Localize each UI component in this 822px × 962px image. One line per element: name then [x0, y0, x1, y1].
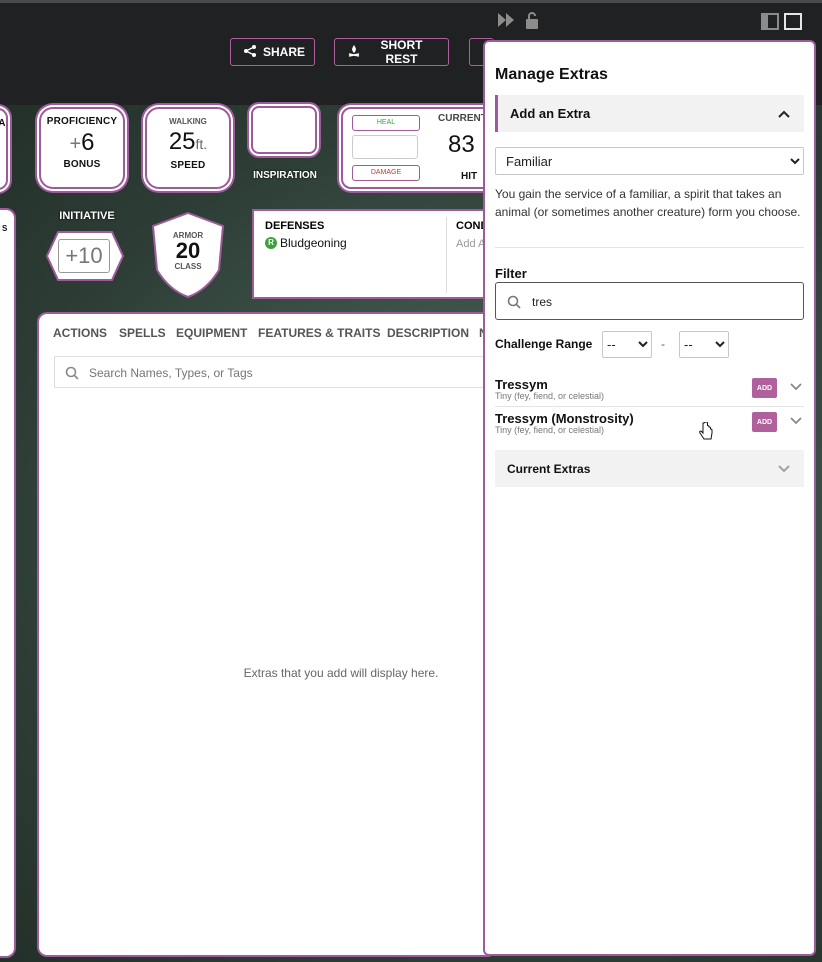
speed-sublabel: SPEED — [170, 160, 206, 171]
filter-search-box[interactable] — [495, 282, 804, 320]
short-rest-button[interactable]: SHORT REST — [334, 38, 449, 66]
add-extra-accordion-header[interactable]: Add an Extra — [495, 95, 804, 132]
monster-name: Tressym (Monstrosity) — [495, 411, 634, 426]
proficiency-box: PROFICIENCY +6 BONUS — [39, 107, 125, 189]
share-label: SHARE — [263, 45, 306, 59]
ability-label-partial: A — [0, 118, 6, 129]
tab-description[interactable]: DESCRIPTION — [387, 326, 469, 340]
unlock-icon[interactable] — [524, 11, 540, 34]
hp-current-label: CURRENT — [438, 113, 487, 124]
extra-type-select[interactable]: Familiar — [495, 147, 804, 175]
proficiency-number: 6 — [81, 129, 95, 156]
defense-item-label: Bludgeoning — [280, 236, 347, 250]
divider — [495, 247, 804, 248]
current-extras-accordion-header[interactable]: Current Extras — [495, 450, 804, 487]
filter-input[interactable] — [530, 289, 794, 315]
cursor-hand-icon — [699, 421, 713, 447]
monster-meta: Tiny (fey, fiend, or celestial) — [495, 391, 605, 401]
ability-box-partial: A — [0, 108, 8, 190]
hp-hit-label: HIT — [461, 171, 478, 182]
skills-panel-partial: S — [0, 208, 16, 958]
campfire-icon — [347, 44, 361, 61]
initiative-label: INITIATIVE — [59, 210, 115, 222]
challenge-range-label: Challenge Range — [495, 337, 593, 351]
add-monster-button[interactable]: ADD — [752, 412, 777, 432]
defense-item: R Bludgeoning — [265, 236, 347, 250]
sidebar-left-icon[interactable] — [761, 13, 779, 34]
main-search-input[interactable] — [87, 360, 491, 386]
proficiency-sign: + — [69, 133, 82, 155]
main-content-panel: ACTIONS SPELLS EQUIPMENT FEATURES & TRAI… — [37, 312, 497, 957]
armor-value: 20 — [175, 238, 201, 263]
sidebar-title: Manage Extras — [495, 66, 608, 83]
chevron-up-icon — [778, 106, 790, 121]
top-strip — [0, 0, 822, 3]
chevron-down-icon — [778, 461, 790, 476]
monster-result[interactable]: Tressym Tiny (fey, fiend, or celestial) … — [495, 372, 804, 407]
speed-unit: ft. — [195, 136, 208, 152]
conditions-add[interactable]: Add A — [456, 238, 485, 250]
speed-number: 25 — [168, 128, 196, 155]
speed-box: WALKING 25ft. SPEED — [145, 107, 231, 189]
initiative-value[interactable]: +10 — [58, 239, 110, 273]
fast-forward-icon[interactable] — [496, 10, 516, 35]
share-button[interactable]: SHARE — [230, 38, 315, 66]
defenses-title: DEFENSES — [265, 220, 325, 232]
damage-button[interactable]: DAMAGE — [352, 165, 420, 181]
resistance-badge: R — [265, 237, 277, 249]
armor-bottom: CLASS — [174, 262, 202, 271]
tab-actions[interactable]: ACTIONS — [53, 326, 107, 340]
defenses-divider — [446, 217, 447, 293]
share-icon — [243, 44, 257, 61]
tab-features-traits[interactable]: FEATURES & TRAITS — [258, 326, 380, 340]
hp-current-value: 83 — [448, 131, 475, 158]
filter-search-icon — [507, 295, 521, 314]
add-extra-label: Add an Extra — [510, 106, 591, 121]
speed-top-label: WALKING — [169, 117, 207, 126]
hit-points-box: HEAL DAMAGE CURRENT 83 HIT — [341, 107, 501, 189]
inspiration-toggle[interactable] — [251, 106, 317, 154]
short-rest-label: SHORT REST — [380, 38, 423, 66]
cr-max-select[interactable]: -- — [679, 331, 729, 358]
main-search-box[interactable] — [54, 356, 494, 388]
proficiency-value: +6 — [41, 129, 123, 157]
add-monster-button[interactable]: ADD — [752, 378, 777, 398]
proficiency-label: PROFICIENCY — [46, 116, 118, 127]
extra-type-description: You gain the service of a familiar, a sp… — [495, 187, 801, 219]
inspiration-label: INSPIRATION — [253, 170, 317, 181]
search-icon — [65, 365, 79, 384]
hp-amount-input[interactable] — [352, 135, 418, 159]
monster-result[interactable]: Tressym (Monstrosity) Tiny (fey, fiend, … — [495, 406, 804, 440]
defenses-conditions-panel[interactable]: DEFENSES R Bludgeoning COND Add A — [252, 209, 492, 299]
chevron-down-icon[interactable] — [790, 414, 802, 428]
monster-meta: Tiny (fey, fiend, or celestial) — [495, 425, 605, 435]
proficiency-sublabel: BONUS — [63, 159, 101, 170]
cr-min-select[interactable]: -- — [602, 331, 652, 358]
chevron-down-icon[interactable] — [790, 380, 802, 394]
skills-label-partial: S — [2, 224, 8, 233]
filter-label: Filter — [495, 266, 527, 281]
current-extras-label: Current Extras — [507, 461, 591, 476]
speed-value: 25ft. — [147, 128, 229, 156]
range-separator: - — [661, 337, 665, 351]
armor-class-content: ARMOR 20 CLASS — [147, 231, 229, 271]
monster-name: Tressym — [495, 377, 548, 392]
tab-equipment[interactable]: EQUIPMENT — [176, 326, 247, 340]
manage-extras-sidebar: Manage Extras Add an Extra Familiar You … — [483, 40, 816, 956]
tab-spells[interactable]: SPELLS — [119, 326, 166, 340]
heal-button[interactable]: HEAL — [352, 115, 420, 131]
sidebar-full-icon[interactable] — [784, 13, 802, 34]
